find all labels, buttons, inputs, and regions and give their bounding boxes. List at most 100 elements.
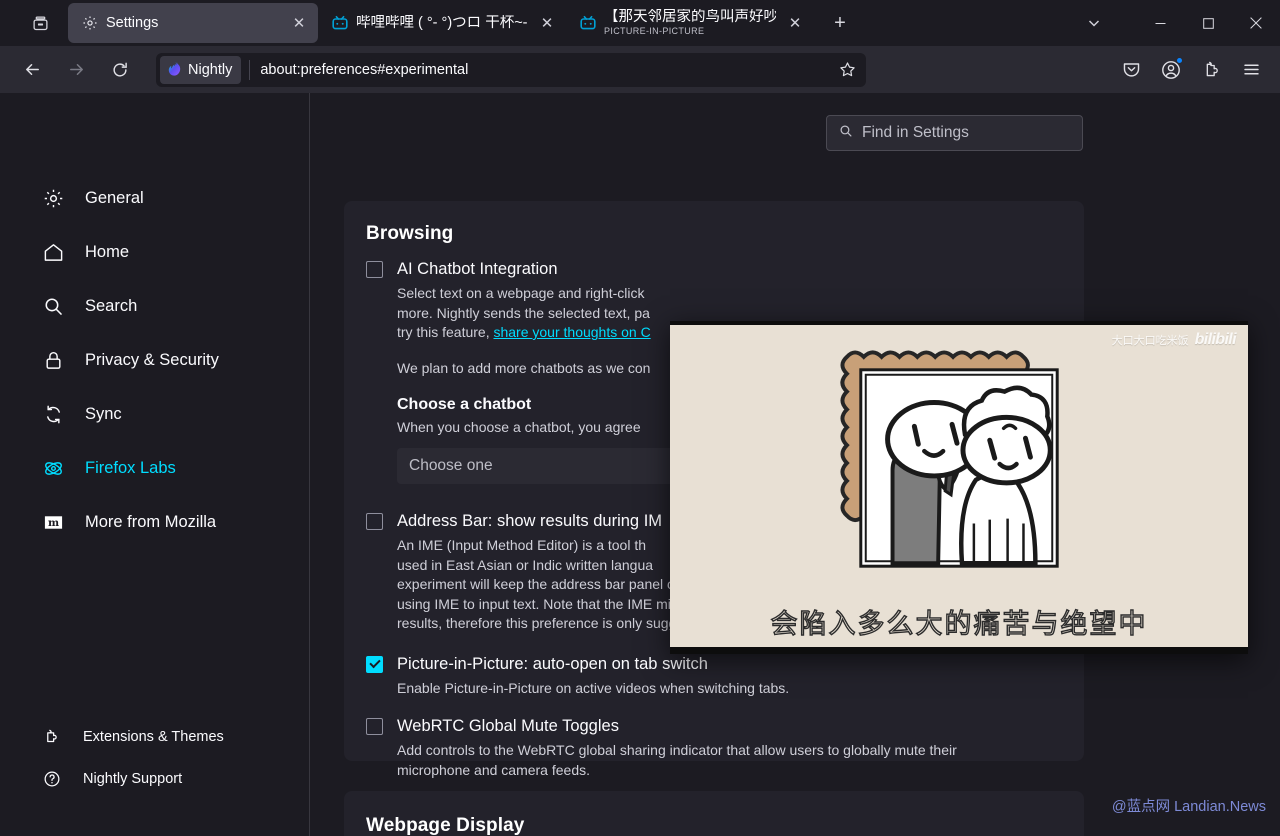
section-webpage-display: Webpage Display	[344, 791, 1084, 836]
sidebar-item-extensions-themes[interactable]: Extensions & Themes	[38, 722, 310, 752]
tab-settings[interactable]: Settings ✕	[68, 3, 318, 43]
sidebar-item-search[interactable]: Search	[38, 287, 310, 325]
sidebar-item-general[interactable]: General	[38, 179, 310, 217]
reload-icon[interactable]	[102, 54, 138, 86]
sidebar-item-firefox-labs[interactable]: Firefox Labs	[38, 449, 310, 487]
atom-icon	[42, 457, 64, 479]
mozilla-icon: m	[42, 511, 64, 533]
tab-bilibili-1[interactable]: 哔哩哔哩 ( °- °)つロ 干杯~-bil ✕	[318, 3, 566, 43]
forward-arrow-icon[interactable]	[58, 54, 94, 86]
tab-bilibili-pip[interactable]: 【那天邻居家的鸟叫声好吵…】 PICTURE-IN-PICTURE ✕	[566, 3, 814, 43]
identity-badge[interactable]: Nightly	[160, 55, 242, 84]
gear-icon	[83, 16, 97, 30]
desc-line-1: Add controls to the WebRTC global sharin…	[397, 742, 957, 758]
tab-title: 哔哩哔哩 ( °- °)つロ 干杯~-bil	[356, 14, 528, 31]
sidebar-item-label: Search	[85, 297, 138, 315]
desc-line-1: Select text on a webpage and right-click	[397, 285, 645, 301]
settings-sidebar: General Home Search Privacy & Security S…	[0, 93, 310, 836]
maximize-button[interactable]	[1184, 0, 1232, 46]
settings-page: General Home Search Privacy & Security S…	[0, 93, 1280, 836]
url-separator	[249, 59, 251, 80]
video-watermark: 大口大口吃米饭 bilibili	[1111, 331, 1237, 349]
desc-line-2: more. Nightly sends the selected text, p…	[397, 304, 650, 321]
chatbot-select[interactable]: Choose one	[397, 448, 717, 484]
hamburger-menu-icon[interactable]	[1234, 54, 1268, 86]
identity-badge-label: Nightly	[188, 61, 233, 78]
home-icon	[42, 241, 64, 263]
sidebar-item-privacy-security[interactable]: Privacy & Security	[38, 341, 310, 379]
option-label: Picture-in-Picture: auto-open on tab swi…	[397, 654, 708, 673]
account-icon[interactable]	[1154, 54, 1188, 86]
share-thoughts-link[interactable]: share your thoughts on C	[493, 324, 650, 340]
tabstrip-right-controls	[1074, 0, 1280, 46]
desc-line-3: try this feature,	[397, 324, 494, 340]
desc-line-1: An IME (Input Method Editor) is a tool t…	[397, 537, 647, 553]
firefox-nightly-logo	[168, 62, 181, 76]
sidebar-item-home[interactable]: Home	[38, 233, 310, 271]
close-icon[interactable]: ✕	[784, 12, 806, 34]
sidebar-item-label: Extensions & Themes	[83, 729, 224, 745]
video-subtitle: 会陷入多么大的痛苦与绝望中	[770, 608, 1148, 640]
sidebar-primary-nav: General Home Search Privacy & Security S…	[0, 179, 310, 557]
sidebar-item-label: More from Mozilla	[85, 513, 217, 531]
checkbox-webrtc-global-mute-toggles[interactable]	[366, 718, 383, 735]
tab-strip: Settings ✕ 哔哩哔哩 ( °- °)つロ 干杯~-bil ✕ 【那天邻…	[0, 0, 1280, 46]
bilibili-icon	[332, 15, 348, 30]
pip-letterbox-top	[670, 321, 1248, 325]
search-icon	[42, 295, 64, 317]
lock-icon	[42, 349, 64, 371]
sidebar-item-sync[interactable]: Sync	[38, 395, 310, 433]
option-label: WebRTC Global Mute Toggles	[397, 717, 619, 735]
pocket-icon[interactable]	[1114, 54, 1148, 86]
sidebar-item-label: Firefox Labs	[85, 459, 176, 477]
checkbox-ai-chatbot-integration[interactable]	[366, 261, 383, 278]
bilibili-logo-text: bilibili	[1194, 331, 1237, 348]
window-controls	[1136, 0, 1280, 46]
puzzle-icon	[42, 727, 62, 747]
checkbox-address-bar-ime[interactable]	[366, 513, 383, 530]
option-description: Add controls to the WebRTC global sharin…	[397, 741, 1060, 780]
section-title: Webpage Display	[366, 815, 525, 836]
close-icon[interactable]: ✕	[288, 12, 310, 34]
desc-line-2: used in East Asian or Indic written lang…	[397, 556, 654, 573]
video-frame-illustration	[840, 350, 1059, 568]
picture-in-picture-window[interactable]: 大口大口吃米饭 bilibili 会陷入多么大的痛苦与绝望中	[670, 321, 1248, 654]
close-icon[interactable]: ✕	[536, 12, 558, 34]
search-placeholder: Find in Settings	[862, 124, 969, 141]
close-window-button[interactable]	[1232, 0, 1280, 46]
option-picture-in-picture-auto-open[interactable]: Picture-in-Picture: auto-open on tab swi…	[366, 654, 1060, 699]
chevron-down-icon[interactable]	[1074, 3, 1114, 43]
sidebar-item-more-from-mozilla[interactable]: m More from Mozilla	[38, 503, 310, 541]
star-icon[interactable]	[832, 55, 862, 85]
sidebar-item-label: General	[85, 189, 144, 207]
url-text[interactable]: about:preferences#experimental	[260, 62, 832, 78]
search-icon	[839, 124, 853, 143]
gear-icon	[42, 187, 64, 209]
attribution-watermark: @蓝点网 Landian.News	[1111, 799, 1266, 815]
tab-title: Settings	[106, 14, 159, 31]
tab-subtitle: PICTURE-IN-PICTURE	[604, 26, 705, 36]
desc-line-2: microphone and camera feeds.	[397, 761, 590, 778]
question-circle-icon	[42, 769, 62, 789]
navigation-toolbar: Nightly about:preferences#experimental	[0, 46, 1280, 93]
option-label: AI Chatbot Integration	[397, 260, 558, 278]
section-title: Browsing	[366, 223, 454, 244]
sidebar-secondary-nav: Extensions & Themes Nightly Support	[0, 722, 310, 806]
new-tab-button[interactable]: +	[824, 7, 856, 39]
sidebar-item-label: Nightly Support	[83, 771, 183, 787]
sync-icon	[42, 403, 64, 425]
watermark-channel-name: 大口大口吃米饭	[1111, 335, 1189, 347]
svg-text:m: m	[47, 516, 58, 528]
option-webrtc-global-mute-toggles[interactable]: WebRTC Global Mute Toggles Add controls …	[366, 716, 1060, 780]
search-input[interactable]: Find in Settings	[826, 115, 1083, 151]
extensions-icon[interactable]	[1194, 54, 1228, 86]
minimize-button[interactable]	[1136, 0, 1184, 46]
bilibili-icon	[580, 15, 596, 30]
sidebar-item-label: Privacy & Security	[85, 351, 219, 369]
account-notification-badge	[1176, 56, 1183, 64]
address-bar[interactable]: Nightly about:preferences#experimental	[156, 52, 866, 87]
back-arrow-icon[interactable]	[14, 54, 50, 86]
tab-list-icon[interactable]	[22, 7, 58, 39]
sidebar-item-nightly-support[interactable]: Nightly Support	[38, 764, 310, 794]
checkbox-picture-in-picture-auto-open[interactable]	[366, 655, 383, 673]
